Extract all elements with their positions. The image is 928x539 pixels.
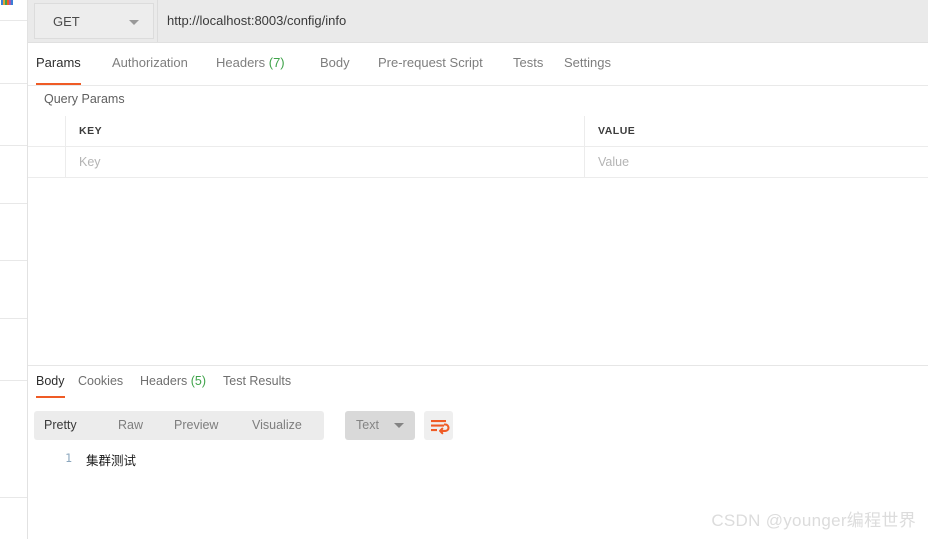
sidebar-divider	[0, 145, 27, 146]
request-tab-label: Authorization	[112, 55, 188, 70]
request-tab-settings[interactable]: Settings	[564, 43, 611, 85]
query-params-title: Query Params	[44, 92, 125, 106]
query-params-table: KEY VALUE Key Value	[28, 116, 928, 178]
response-tab-label: Headers	[140, 374, 188, 388]
format-tab-raw[interactable]: Raw	[118, 411, 148, 440]
param-key-input[interactable]: Key	[66, 147, 585, 177]
sidebar-divider	[0, 203, 27, 204]
request-tab-label: Pre-request Script	[378, 55, 483, 70]
column-header-value-label: VALUE	[598, 125, 636, 137]
request-tab-tests[interactable]: Tests	[513, 43, 543, 85]
format-tab-pretty[interactable]: Pretty	[44, 411, 88, 440]
request-tab-label: Settings	[564, 55, 611, 70]
chevron-down-icon	[129, 20, 139, 25]
response-format-group: Pretty Raw Preview Visualize	[34, 411, 324, 440]
param-value-placeholder: Value	[598, 155, 630, 169]
response-tab-test-results[interactable]: Test Results	[223, 370, 291, 398]
format-tab-visualize[interactable]: Visualize	[252, 411, 310, 440]
response-tab-cookies[interactable]: Cookies	[78, 370, 123, 398]
tab-color-bit	[11, 0, 13, 5]
request-tab-bar: Params Authorization Headers (7) Body Pre-re…	[28, 43, 928, 86]
sidebar-strip	[0, 0, 28, 539]
word-wrap-button[interactable]	[424, 411, 453, 440]
column-header-value: VALUE	[585, 116, 928, 146]
request-response-pane: GET http://localhost:8003/config/info Pa…	[28, 0, 928, 539]
pane-divider[interactable]	[28, 365, 928, 366]
column-header-key-label: KEY	[79, 125, 103, 137]
request-tab-label: Tests	[513, 55, 544, 70]
response-tab-label: Cookies	[78, 374, 124, 388]
column-header-key: KEY	[66, 116, 585, 146]
response-tab-body[interactable]: Body	[36, 370, 65, 398]
format-tab-preview[interactable]: Preview	[174, 411, 224, 440]
request-tab-count: (7)	[265, 55, 285, 70]
params-header-row: KEY VALUE	[28, 116, 928, 147]
sidebar-divider	[0, 83, 27, 84]
response-tab-label: Test Results	[223, 374, 292, 388]
tab-color-indicators	[1, 0, 14, 5]
request-tab-label: Body	[320, 55, 350, 70]
request-tab-label: Params	[36, 55, 81, 70]
request-tab-body[interactable]: Body	[320, 43, 350, 85]
chevron-down-icon	[394, 423, 404, 428]
response-tab-headers[interactable]: Headers (5)	[140, 370, 206, 398]
select-all-cell	[28, 116, 66, 146]
response-body-line: 集群测试	[86, 453, 137, 468]
request-tab-headers[interactable]: Headers (7)	[216, 43, 285, 85]
response-tab-label: Body	[36, 374, 65, 388]
param-value-input[interactable]: Value	[585, 147, 928, 177]
request-tab-pre-request-script[interactable]: Pre-request Script	[378, 43, 483, 85]
sidebar-divider	[0, 380, 27, 381]
param-key-placeholder: Key	[79, 155, 101, 169]
request-tab-params[interactable]: Params	[36, 43, 81, 85]
sidebar-divider	[0, 260, 27, 261]
line-number: 1	[65, 451, 72, 465]
sidebar-divider	[0, 318, 27, 319]
word-wrap-icon	[431, 420, 450, 435]
response-tab-bar: Body Cookies Headers (5) Test Results	[28, 370, 928, 400]
http-method-select[interactable]: GET	[34, 3, 154, 39]
sidebar-divider	[0, 497, 27, 498]
url-input[interactable]: http://localhost:8003/config/info	[167, 13, 346, 28]
sidebar-divider	[0, 20, 27, 21]
watermark: CSDN @younger编程世界	[711, 511, 916, 530]
request-tab-label: Headers	[216, 55, 266, 70]
response-body-viewer[interactable]: 1 集群测试	[28, 448, 928, 498]
param-checkbox[interactable]	[28, 147, 66, 177]
response-type-label: Text	[356, 418, 379, 432]
url-bar-divider	[157, 0, 158, 42]
response-tab-count: (5)	[187, 374, 206, 388]
params-row[interactable]: Key Value	[28, 147, 928, 178]
response-type-select[interactable]: Text	[345, 411, 415, 440]
request-tab-authorization[interactable]: Authorization	[112, 43, 188, 85]
http-method-label: GET	[53, 14, 80, 29]
url-bar: GET http://localhost:8003/config/info	[28, 0, 928, 43]
